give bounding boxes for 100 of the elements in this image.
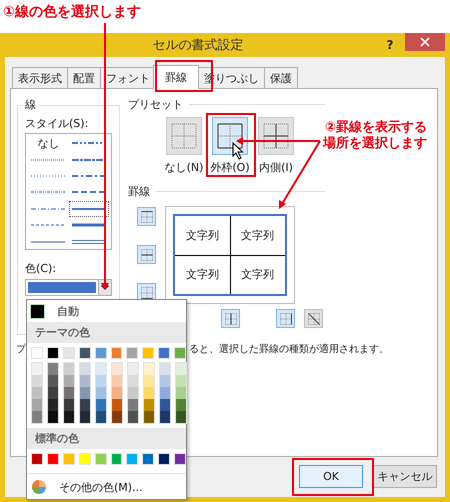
line-style-option[interactable]: なし: [28, 135, 68, 152]
color-swatch[interactable]: [160, 363, 170, 375]
preview-text: 文字列: [186, 267, 219, 282]
description-text: ると、選択した罫線の種類が適用されます。: [189, 343, 389, 357]
tab[interactable]: 保護: [264, 67, 298, 88]
color-swatch[interactable]: [128, 411, 138, 423]
color-swatch[interactable]: [176, 387, 186, 399]
color-swatch[interactable]: [176, 363, 186, 375]
color-swatch[interactable]: [78, 347, 91, 359]
color-swatch[interactable]: [160, 399, 170, 411]
color-swatch[interactable]: [176, 399, 186, 411]
color-swatch[interactable]: [31, 347, 43, 359]
color-swatch[interactable]: [174, 453, 186, 465]
color-swatch[interactable]: [94, 453, 107, 465]
color-swatch[interactable]: [160, 411, 170, 423]
help-button[interactable]: ?: [383, 37, 397, 53]
color-swatch: [30, 304, 45, 318]
color-swatch[interactable]: [94, 347, 107, 359]
color-swatch[interactable]: [78, 453, 91, 465]
color-swatch[interactable]: [112, 363, 122, 375]
highlight-frame: [206, 113, 256, 177]
color-swatch[interactable]: [48, 375, 58, 387]
preview-text: 文字列: [186, 228, 219, 243]
color-swatch[interactable]: [32, 387, 42, 399]
color-swatch[interactable]: [176, 375, 186, 387]
color-swatch[interactable]: [32, 375, 42, 387]
color-swatch[interactable]: [142, 453, 154, 465]
border-button[interactable]: [137, 207, 156, 226]
color-swatch[interactable]: [32, 411, 42, 423]
menu-header: テーマの色: [27, 322, 186, 343]
color-swatch[interactable]: [112, 387, 122, 399]
color-swatch[interactable]: [62, 453, 75, 465]
color-swatch[interactable]: [128, 363, 138, 375]
line-sample-icon: [31, 238, 66, 245]
border-button[interactable]: [221, 309, 240, 328]
border-preview[interactable]: 文字列 文字列 文字列 文字列: [165, 206, 295, 304]
ok-button[interactable]: OK: [299, 465, 363, 488]
color-swatch[interactable]: [46, 453, 59, 465]
color-swatch[interactable]: [144, 387, 154, 399]
color-swatch[interactable]: [48, 363, 58, 375]
border-button[interactable]: [137, 245, 156, 264]
menu-item[interactable]: その他の色(M)...: [59, 480, 143, 494]
color-swatch[interactable]: [160, 387, 170, 399]
color-swatch[interactable]: [112, 399, 122, 411]
color-swatch[interactable]: [144, 375, 154, 387]
color-swatch[interactable]: [144, 363, 154, 375]
border-button[interactable]: [304, 309, 323, 328]
color-swatch[interactable]: [174, 347, 186, 359]
color-swatch[interactable]: [64, 399, 74, 411]
color-swatch[interactable]: [64, 387, 74, 399]
color-swatch[interactable]: [128, 399, 138, 411]
color-swatch[interactable]: [80, 375, 90, 387]
color-swatch[interactable]: [126, 347, 138, 359]
color-swatch[interactable]: [158, 453, 170, 465]
color-swatch[interactable]: [96, 399, 106, 411]
color-swatch[interactable]: [112, 411, 122, 423]
color-swatch[interactable]: [32, 399, 42, 411]
color-swatch[interactable]: [142, 347, 154, 359]
color-swatch[interactable]: [64, 411, 74, 423]
color-swatch[interactable]: [160, 375, 170, 387]
annotation-text: ①線の色を選択します: [2, 3, 141, 22]
color-swatch[interactable]: [48, 411, 58, 423]
color-swatch[interactable]: [62, 347, 75, 359]
tab[interactable]: 表示形式: [12, 67, 68, 88]
line-style-option[interactable]: [68, 200, 109, 217]
line-style-list[interactable]: なし: [25, 133, 112, 250]
preset-label: 外枠(O): [210, 161, 250, 174]
color-swatch[interactable]: [32, 363, 42, 375]
color-swatch[interactable]: [96, 411, 106, 423]
color-swatch[interactable]: [80, 399, 90, 411]
color-swatch[interactable]: [112, 375, 122, 387]
color-swatch[interactable]: [158, 347, 170, 359]
color-swatch[interactable]: [31, 453, 43, 465]
color-swatch[interactable]: [64, 363, 74, 375]
color-swatch[interactable]: [128, 387, 138, 399]
color-swatch[interactable]: [80, 363, 90, 375]
color-swatch[interactable]: [64, 375, 74, 387]
color-swatch[interactable]: [96, 363, 106, 375]
color-swatch[interactable]: [96, 387, 106, 399]
color-swatch[interactable]: [96, 375, 106, 387]
color-dropdown[interactable]: [25, 279, 112, 296]
color-swatch[interactable]: [128, 375, 138, 387]
color-swatch[interactable]: [176, 411, 186, 423]
preset-label: なし(N): [164, 161, 204, 174]
color-swatch[interactable]: [144, 411, 154, 423]
color-swatch[interactable]: [80, 387, 90, 399]
line-sample-icon: [72, 206, 106, 212]
border-button[interactable]: [276, 309, 295, 328]
color-swatch[interactable]: [144, 399, 154, 411]
close-button[interactable]: [405, 33, 445, 51]
color-swatch[interactable]: [48, 387, 58, 399]
color-swatch[interactable]: [110, 453, 122, 465]
color-swatch[interactable]: [48, 399, 58, 411]
color-swatch[interactable]: [126, 453, 138, 465]
color-swatch[interactable]: [80, 411, 90, 423]
color-swatch[interactable]: [110, 347, 122, 359]
color-swatch[interactable]: [46, 347, 59, 359]
tab[interactable]: 罫線: [153, 65, 199, 89]
cancel-button[interactable]: キャンセル: [373, 465, 437, 488]
preset-label: 内側(I): [259, 161, 293, 174]
